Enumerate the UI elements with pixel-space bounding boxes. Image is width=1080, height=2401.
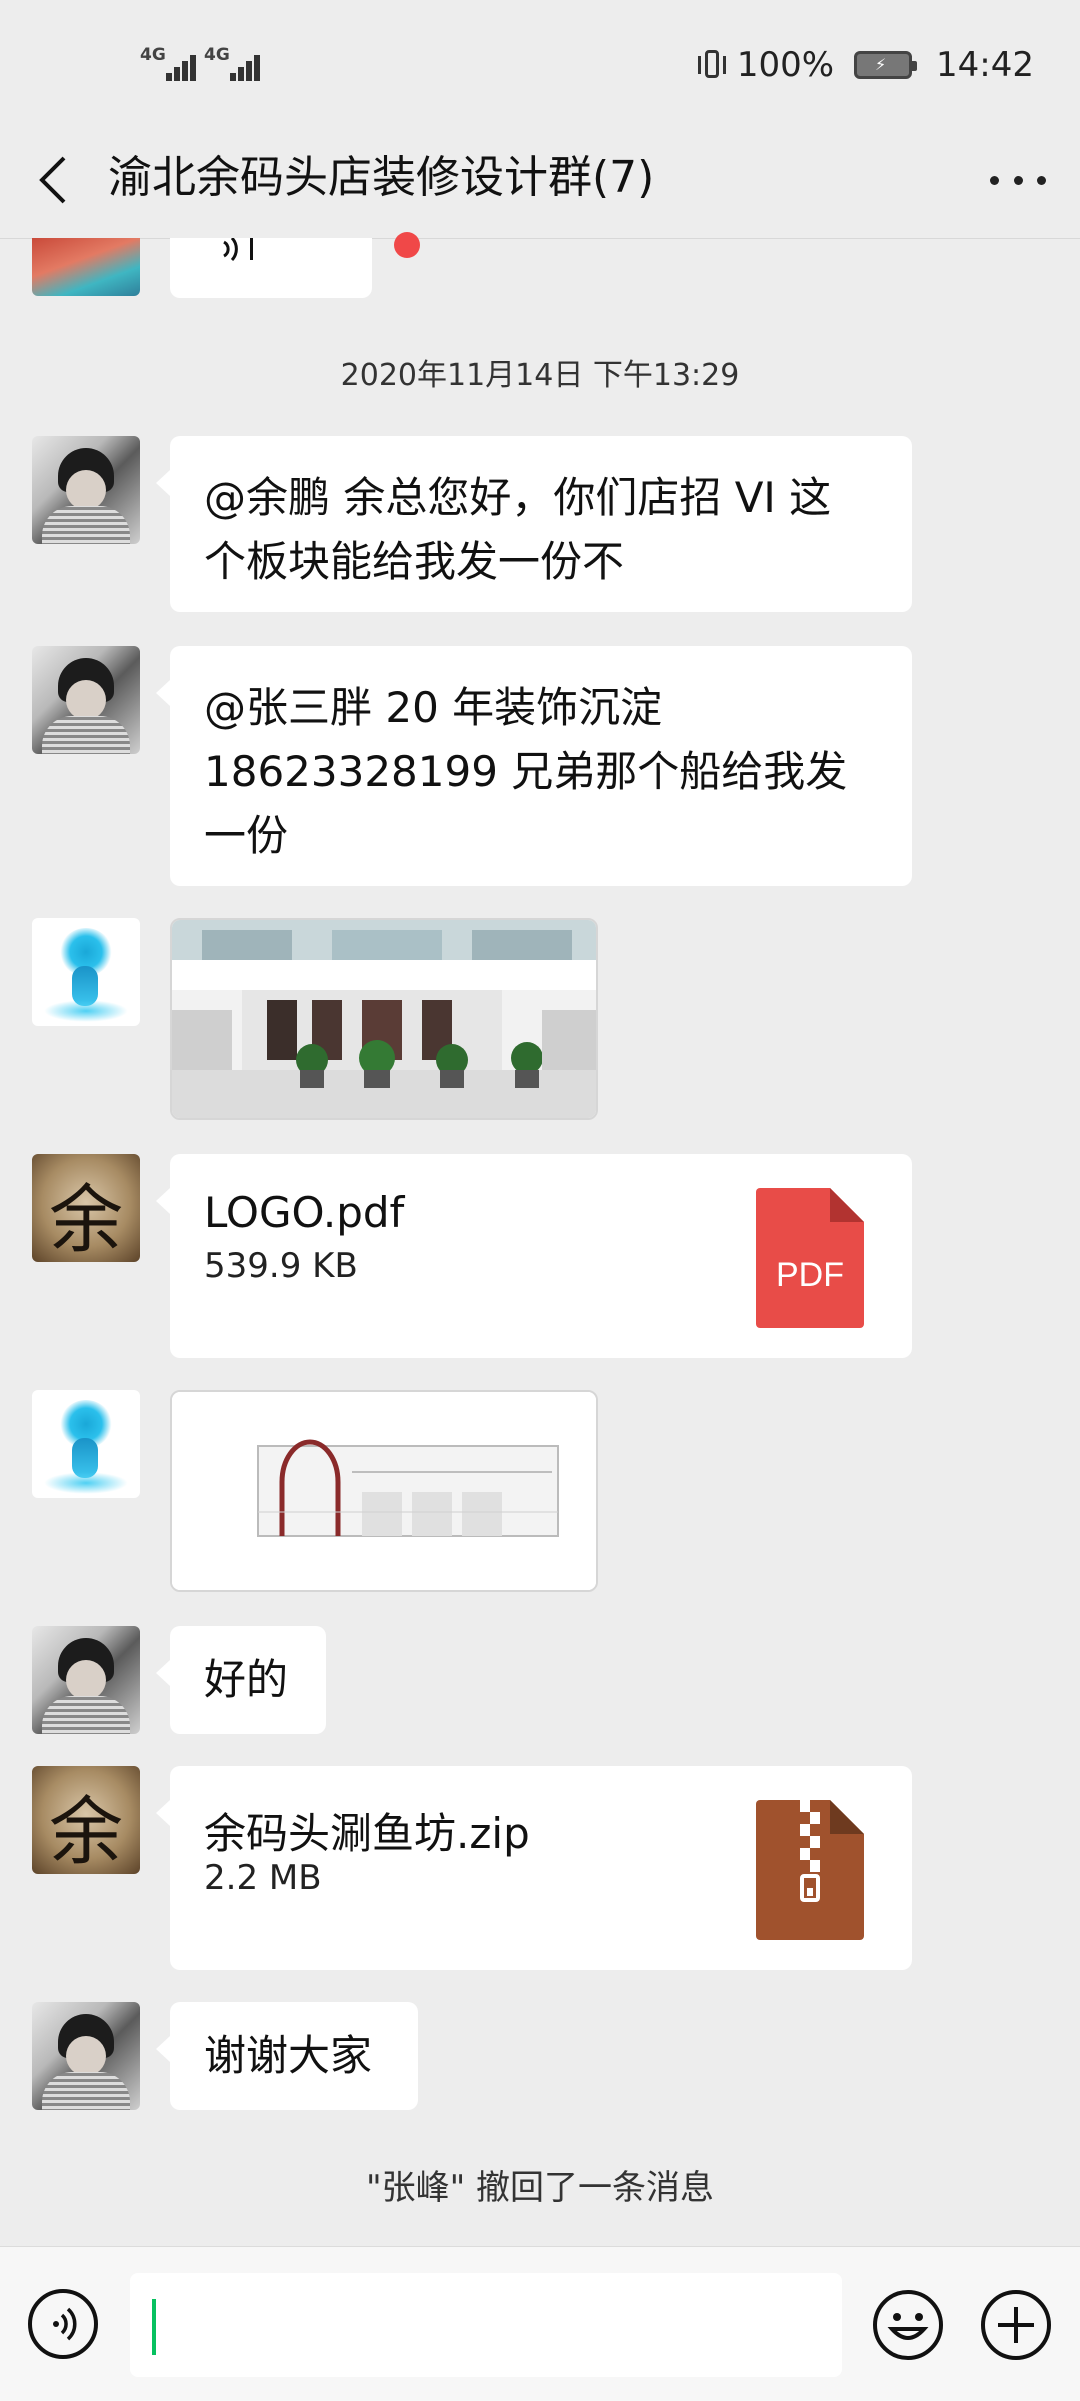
battery-percent: 100% [736,45,835,85]
more-icon[interactable] [990,168,1046,192]
emoji-icon[interactable] [872,2289,944,2361]
avatar[interactable] [32,2002,140,2110]
recall-notice: "张峰" 撤回了一条消息 [365,2168,715,2208]
back-icon[interactable] [30,150,80,210]
text-message-bubble[interactable]: 好的 [156,1626,326,1734]
voice-message-bubble[interactable] [170,238,372,298]
avatar[interactable] [32,436,140,544]
avatar[interactable] [32,1626,140,1734]
avatar[interactable] [32,1390,140,1498]
chat-title: 渝北余码头店装修设计群(7) [108,152,655,203]
status-bar: 4G 4G 100% ⚡ 14:42 [0,0,1080,130]
image-message[interactable] [170,1390,598,1592]
zip-file-icon [756,1800,864,1940]
avatar[interactable]: 余 [32,1766,140,1874]
voice-wave-icon [223,238,253,262]
svg-text:PDF: PDF [776,1256,844,1294]
file-name: LOGO.pdf [204,1188,405,1237]
network-type-label: 4G [204,45,230,65]
avatar[interactable] [32,238,140,296]
vibrate-icon [697,48,727,82]
storefront-render-image [172,920,596,1118]
avatar[interactable] [32,918,140,1026]
network-type-label: 4G [140,45,166,65]
clock: 14:42 [936,45,1034,85]
file-message-zip[interactable]: 余码头涮鱼坊.zip 2.2 MB [156,1766,912,1970]
battery-icon: ⚡ [854,51,918,79]
chat-header: 渝北余码头店装修设计群(7) [0,130,1080,239]
avatar[interactable] [32,646,140,754]
image-message[interactable] [170,918,598,1120]
pdf-file-icon: PDF [756,1188,864,1328]
file-name: 余码头涮鱼坊.zip [204,1809,530,1858]
text-message-bubble[interactable]: @余鹏 余总您好，你们店招 VI 这 个板块能给我发一份不 [156,436,912,612]
text-caret [152,2299,156,2355]
file-size: 2.2 MB [204,1858,322,1898]
plus-icon[interactable] [980,2289,1052,2361]
text-message-bubble[interactable]: 谢谢大家 [156,2002,418,2110]
avatar[interactable]: 余 [32,1154,140,1262]
text-message-bubble[interactable]: @张三胖 20 年装饰沉淀 18623328199 兄弟那个船给我发 一份 [156,646,912,886]
unread-dot [394,232,420,258]
input-bar [0,2246,1080,2401]
voice-icon[interactable] [28,2289,98,2359]
file-message-pdf[interactable]: LOGO.pdf 539.9 KB PDF [156,1154,912,1358]
message-timestamp: 2020年11月14日 下午13:29 [340,358,740,393]
message-input[interactable] [130,2273,842,2377]
file-size: 539.9 KB [204,1246,358,1286]
elevation-drawing-image [172,1392,596,1590]
